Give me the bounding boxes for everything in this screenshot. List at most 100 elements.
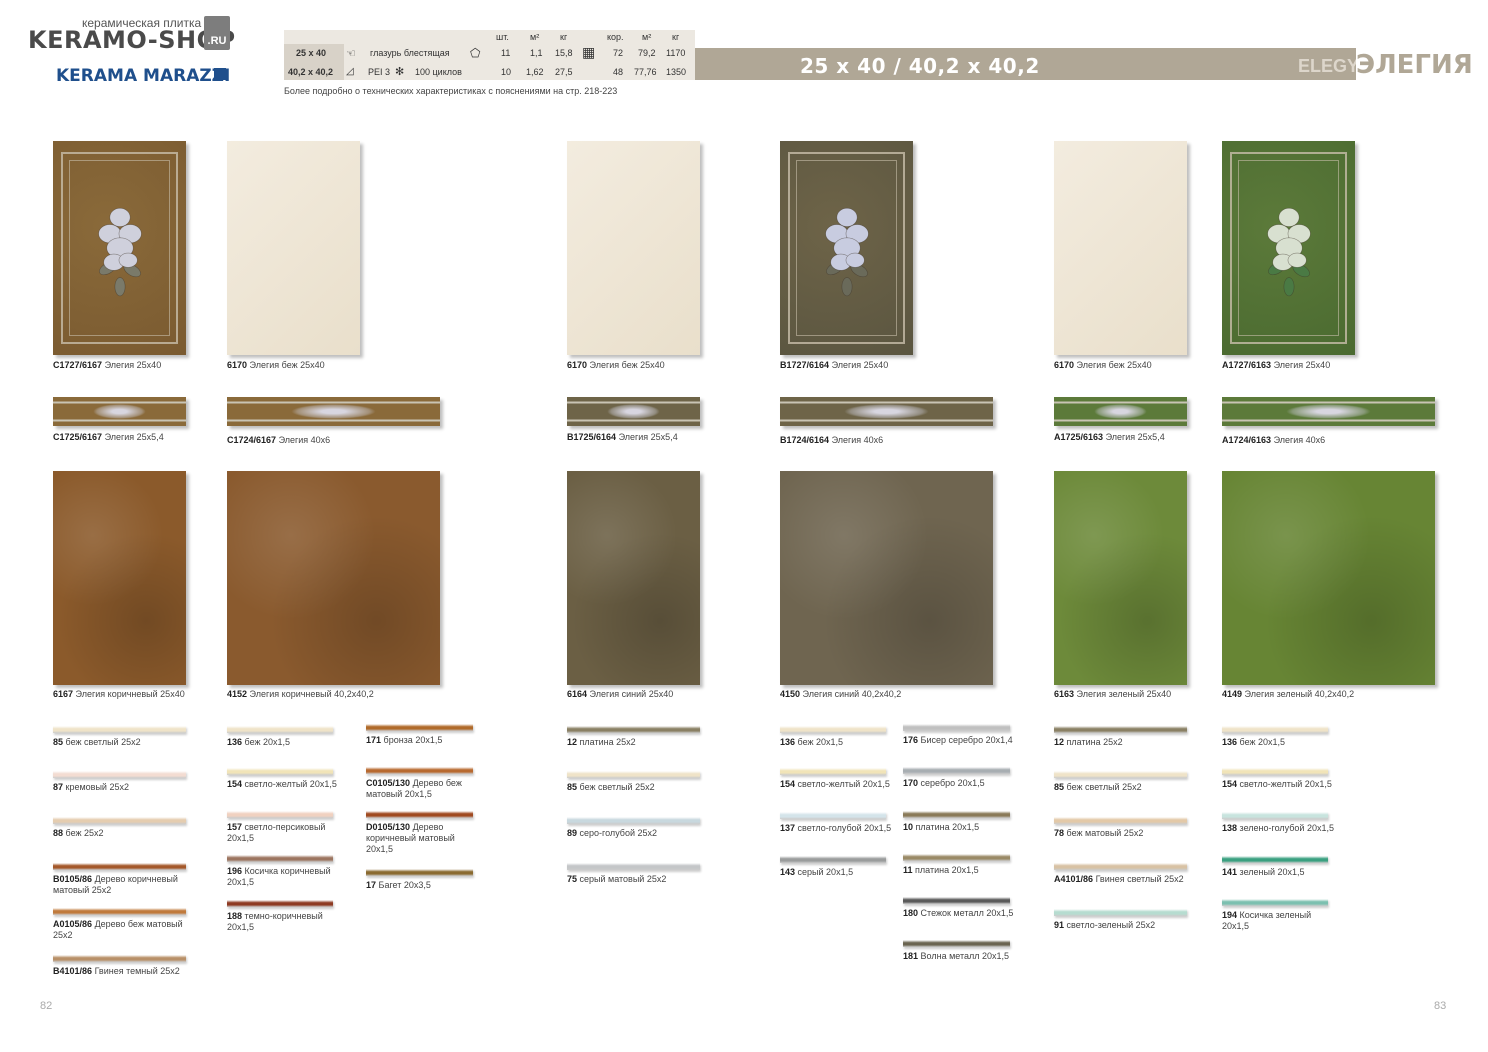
product-code: 137 (780, 823, 796, 833)
product-code: 141 (1222, 867, 1238, 877)
trim-piece[interactable] (1222, 768, 1328, 775)
tech-val: 77,76 (634, 67, 657, 77)
product-code: B1724/6164 (780, 435, 830, 445)
product-caption: 4150 Элегия синий 40,2x40,2 (780, 689, 980, 700)
trim-piece[interactable] (567, 817, 700, 824)
tech-pei: PEI 3 (368, 67, 391, 77)
product-name: Элегия беж 25x40 (1076, 360, 1152, 370)
product-caption: A1727/6163 Элегия 25x40 (1222, 360, 1382, 371)
product-name: беж светлый 25x2 (579, 782, 655, 792)
product-code: 4150 (780, 689, 801, 699)
trim-piece[interactable] (780, 726, 886, 733)
product-code: 6167 (53, 689, 74, 699)
product-caption: 141 зеленый 20x1,5 (1222, 867, 1338, 878)
trim-piece[interactable] (227, 855, 333, 862)
product-code: D0105/130 (366, 822, 411, 832)
floor-tile[interactable] (227, 471, 440, 685)
trim-piece[interactable] (366, 811, 473, 818)
product-code: 170 (903, 778, 919, 788)
wall-tile[interactable] (567, 141, 700, 355)
product-name: серый 20x1,5 (797, 867, 854, 877)
product-name: беж матовый 25x2 (1066, 828, 1144, 838)
tech-val: 48 (613, 67, 624, 77)
trim-piece[interactable] (1222, 899, 1328, 906)
product-caption: B1725/6164 Элегия 25x5,4 (567, 432, 767, 443)
trim-piece[interactable] (227, 900, 333, 907)
border-tile[interactable] (1054, 397, 1187, 426)
trim-piece[interactable] (903, 854, 1010, 861)
tech-val: 1,62 (526, 67, 544, 77)
product-code: 136 (1222, 737, 1238, 747)
trim-piece[interactable] (227, 811, 333, 818)
trim-piece[interactable] (903, 897, 1010, 904)
trim-piece[interactable] (53, 863, 186, 870)
product-name: платина 20x1,5 (915, 822, 980, 832)
trim-piece[interactable] (227, 768, 333, 775)
trim-piece[interactable] (53, 771, 186, 778)
product-caption: 143 серый 20x1,5 (780, 867, 896, 878)
product-code: 6163 (1054, 689, 1075, 699)
trim-piece[interactable] (1054, 771, 1187, 778)
product-name: Элегия беж 25x40 (249, 360, 325, 370)
trim-piece[interactable] (366, 724, 473, 731)
product-caption: 180 Стежок металл 20x1,5 (903, 908, 1020, 919)
trim-piece[interactable] (1222, 856, 1328, 863)
trim-piece[interactable] (1054, 863, 1187, 870)
floor-tile[interactable] (53, 471, 186, 685)
wall-tile[interactable] (1054, 141, 1187, 355)
product-code: 154 (780, 779, 796, 789)
trim-piece[interactable] (366, 767, 473, 774)
trim-piece[interactable] (53, 726, 186, 733)
trim-piece[interactable] (903, 724, 1010, 731)
product-code: 12 (1054, 737, 1065, 747)
product-caption: A1724/6163 Элегия 40x6 (1222, 435, 1422, 446)
floor-tile[interactable] (567, 471, 700, 685)
product-caption: 88 беж 25x2 (53, 828, 196, 839)
trim-piece[interactable] (53, 908, 186, 915)
trim-piece[interactable] (1222, 726, 1328, 733)
border-tile[interactable] (227, 397, 440, 426)
border-flower-motif (290, 404, 377, 419)
floor-tile[interactable] (780, 471, 993, 685)
product-name: Элегия синий 25x40 (589, 689, 674, 699)
trim-piece[interactable] (567, 863, 700, 870)
decor-tile[interactable] (1222, 141, 1355, 355)
trim-piece[interactable] (1054, 909, 1187, 916)
trim-piece[interactable] (1222, 812, 1328, 819)
product-name: Элегия 25x40 (831, 360, 889, 370)
trim-piece[interactable] (567, 726, 700, 733)
wall-tile[interactable] (227, 141, 360, 355)
floor-tile[interactable] (1054, 471, 1187, 685)
trim-piece[interactable] (780, 856, 886, 863)
trim-piece[interactable] (780, 812, 886, 819)
trim-piece[interactable] (53, 817, 186, 824)
product-code: 176 (903, 735, 919, 745)
floor-tile[interactable] (1222, 471, 1435, 685)
trim-piece[interactable] (366, 869, 473, 876)
tech-glaze: глазурь блестящая (370, 48, 450, 58)
product-code: 181 (903, 951, 919, 961)
border-tile[interactable] (567, 397, 700, 426)
trim-piece[interactable] (1054, 726, 1187, 733)
product-name: платина 25x2 (1066, 737, 1123, 747)
tech-col-head: кг (560, 32, 568, 42)
decor-tile[interactable] (53, 141, 186, 355)
border-tile[interactable] (1222, 397, 1435, 426)
product-caption: 6170 Элегия беж 25x40 (567, 360, 727, 371)
product-name: Элегия зеленый 25x40 (1076, 689, 1172, 699)
trim-piece[interactable] (780, 768, 886, 775)
trim-piece[interactable] (903, 767, 1010, 774)
product-code: 157 (227, 822, 243, 832)
decor-tile[interactable] (780, 141, 913, 355)
trim-piece[interactable] (903, 811, 1010, 818)
trim-piece[interactable] (227, 726, 333, 733)
product-code: 136 (227, 737, 243, 747)
border-tile[interactable] (53, 397, 186, 426)
trim-piece[interactable] (1054, 817, 1187, 824)
trim-piece[interactable] (53, 955, 186, 962)
product-caption: D0105/130 Дерево коричневый матовый 20x1… (366, 822, 483, 855)
product-caption: 181 Волна металл 20x1,5 (903, 951, 1020, 962)
border-tile[interactable] (780, 397, 993, 426)
trim-piece[interactable] (903, 940, 1010, 947)
trim-piece[interactable] (567, 771, 700, 778)
